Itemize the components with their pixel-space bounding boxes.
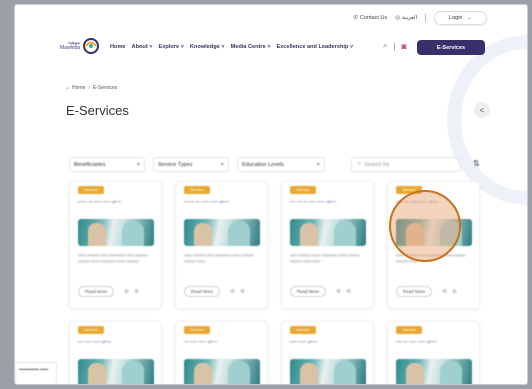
nav-item-knowledge[interactable]: Knowledge ˅ — [190, 44, 225, 50]
card-image — [78, 359, 154, 384]
login-button[interactable]: Login → — [434, 11, 487, 25]
search-icon: ⌕ — [358, 161, 362, 167]
divider — [425, 14, 427, 22]
bookmark-icon[interactable]: ⊕ — [134, 288, 139, 295]
beneficiaries-select[interactable]: Beneficiaries ˅ — [69, 157, 145, 172]
service-card[interactable]: Service ــــي ـــــ ـــــ ـــ — [69, 321, 162, 384]
globe-icon: ◎ — [395, 15, 400, 21]
focus-highlight — [389, 190, 461, 262]
sort-icon[interactable]: ⇅ — [473, 159, 480, 168]
service-card[interactable]: Service ــــي ـــــ ـــــ ـــ ـــــــ ▬▬… — [175, 181, 268, 309]
card-image — [290, 219, 366, 246]
read-more-button[interactable]: Read More — [396, 286, 432, 297]
card-image — [184, 359, 260, 384]
service-badge: Service — [396, 326, 422, 334]
breadcrumb-current: E-Services — [93, 85, 118, 91]
chevron-down-icon: ˅ — [136, 161, 140, 168]
card-image — [184, 219, 260, 246]
breadcrumb: ⌂ Home › E-Services — [66, 85, 117, 91]
nav-menu: Home About ˅ Explore ˅ Knowledge ˅ Media… — [110, 44, 353, 50]
side-widget[interactable]: ▬▬▬▬▬ ▬▬ — [15, 362, 57, 384]
service-badge: Service — [290, 186, 316, 194]
chevron-down-icon: ˅ — [316, 161, 320, 168]
page-title: E-Services — [66, 103, 129, 118]
share-icon[interactable]: ⊕ — [124, 288, 129, 295]
bookmark-icon[interactable]: ⊕ — [452, 288, 457, 295]
card-title: ــــي ـــــ ـــــ ـــ — [78, 338, 112, 344]
share-icon[interactable]: ⊕ — [230, 288, 235, 295]
card-title: ــــي ـــــ ـــــ — [290, 338, 318, 344]
service-types-select[interactable]: Service Types ˅ — [153, 157, 229, 172]
login-icon: → — [466, 15, 473, 21]
breadcrumb-home[interactable]: Home — [72, 85, 85, 91]
read-more-button[interactable]: Read More — [184, 286, 220, 297]
filters-bar: Beneficiaries ˅ Service Types ˅ Educatio… — [69, 157, 489, 172]
browser-frame: ✆ Contact Us ◎ العربية Login → موهبة Maw… — [14, 4, 528, 385]
logo-text: موهبة Mawhiba — [60, 39, 81, 51]
chevron-down-icon: ˅ — [220, 161, 224, 168]
eservices-button[interactable]: E-Services — [417, 40, 485, 55]
card-description: ▬▬ ▬▬▬ ▬▬ ▬▬▬▬ ▬▬ ▬▬▬ ▬▬▬ ▬▬ ▬▬▬▬ ▬▬ ▬▬▬ — [78, 252, 148, 263]
service-card[interactable]: Service ــــي ـــــ ـــــ ـــ — [175, 321, 268, 384]
share-button[interactable]: < — [474, 102, 490, 118]
read-more-button[interactable]: Read More — [78, 286, 114, 297]
education-levels-select[interactable]: Education Levels ˅ — [237, 157, 325, 172]
search-icon[interactable]: ⌕ — [383, 41, 387, 51]
card-title: ــــي ـــــ ـــــ ـــ ــــ — [396, 338, 437, 344]
card-title: ــــي ـــــ ـــــ ـــ ــــــ — [78, 198, 122, 204]
phone-icon: ✆ — [353, 15, 358, 21]
service-badge: Service — [290, 326, 316, 334]
main-nav: موهبة Mawhiba Home About ˅ Explore ˅ Kno… — [15, 35, 527, 63]
card-description: ▬▬ ▬▬▬ ▬▬ ▬▬▬▬ ▬▬ ▬▬▬ ▬▬▬ ▬▬ — [184, 252, 254, 263]
share-icon: < — [479, 105, 485, 115]
nav-icons: ⌕ | ◙ — [383, 41, 406, 51]
logo-mark-icon — [83, 38, 100, 54]
card-title: ــــي ـــــ ـــــ ـــ — [184, 338, 218, 344]
nav-item-explore[interactable]: Explore ˅ — [159, 44, 184, 50]
nav-item-media-centre[interactable]: Media Centre ˅ — [231, 44, 271, 50]
card-image — [290, 359, 366, 384]
bookmark-icon[interactable]: ⊕ — [240, 288, 245, 295]
card-image — [396, 359, 472, 384]
card-image — [78, 219, 154, 246]
service-badge: Service — [184, 186, 210, 194]
contact-link[interactable]: ✆ Contact Us — [353, 15, 387, 21]
share-icon[interactable]: ⊕ — [336, 288, 341, 295]
read-more-button[interactable]: Read More — [290, 286, 326, 297]
share-icon[interactable]: ⊕ — [442, 288, 447, 295]
service-card[interactable]: Service ــــي ـــــ ـــــ ـــ ــــ — [387, 321, 480, 384]
service-badge: Service — [184, 326, 210, 334]
logo[interactable]: موهبة Mawhiba — [60, 37, 100, 55]
divider: | — [393, 41, 396, 51]
service-badge: Service — [78, 186, 104, 194]
service-card[interactable]: Service ــــي ـــــ ـــــ ـــ ــــــ ▬▬ … — [69, 181, 162, 309]
service-card[interactable]: Service ــــي ـــــ ـــــ ـــ ـــ ــــ ▬… — [281, 181, 374, 309]
service-badge: Service — [78, 326, 104, 334]
top-bar: ✆ Contact Us ◎ العربية Login → — [15, 5, 527, 31]
card-description: ▬▬ ▬▬▬ ▬▬ ▬▬▬▬ ▬▬ ▬▬▬ ▬▬▬ ▬▬ ▬▬ — [290, 252, 360, 263]
chevron-right-icon: › — [88, 85, 91, 91]
nav-item-about[interactable]: About ˅ — [132, 44, 153, 50]
card-title: ــــي ـــــ ـــــ ـــ ـــــــ — [184, 198, 229, 204]
language-link[interactable]: ◎ العربية — [395, 15, 417, 21]
service-card[interactable]: Service ــــي ـــــ ـــــ — [281, 321, 374, 384]
profile-icon[interactable]: ◙ — [402, 42, 407, 51]
bookmark-icon[interactable]: ⊕ — [346, 288, 351, 295]
search-input[interactable]: ⌕ Search for — [351, 157, 461, 172]
card-title: ــــي ـــــ ـــــ ـــ ـــ ــــ — [290, 198, 337, 204]
nav-item-excellence[interactable]: Excellence and Leadership ˅ — [277, 44, 354, 50]
nav-item-home[interactable]: Home — [110, 44, 126, 50]
home-icon: ⌂ — [66, 85, 70, 91]
